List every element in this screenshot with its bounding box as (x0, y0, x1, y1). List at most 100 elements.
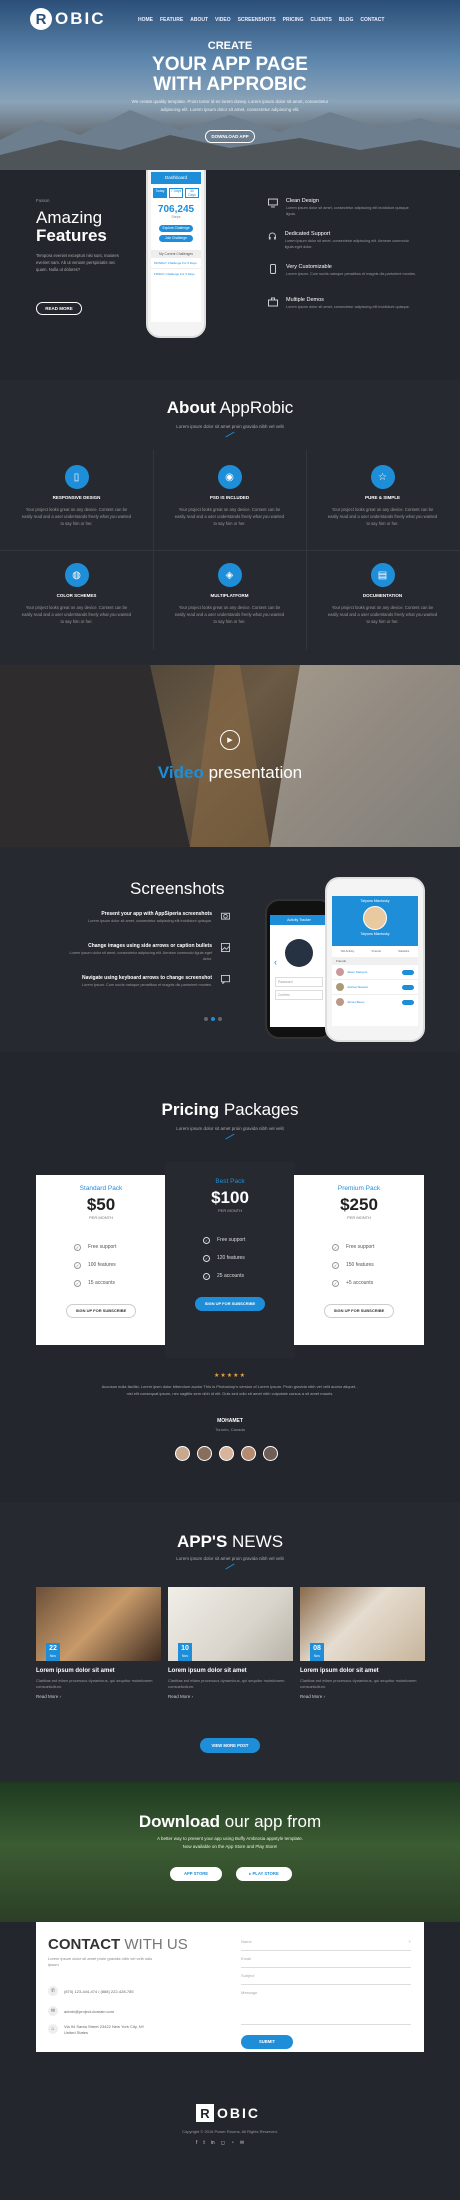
stat-statistics[interactable]: Statistics (398, 949, 409, 953)
nav-contact[interactable]: CONTACT (360, 17, 384, 23)
post-image[interactable]: 22 Nov (36, 1587, 161, 1661)
nav-clients[interactable]: CLIENTS (311, 17, 332, 23)
read-more-link[interactable]: Read More › (36, 1694, 161, 1699)
about-item-title: PSD IS INCLUDED (209, 495, 250, 500)
profile-name: Tatyana Miantosky (360, 932, 390, 936)
twitter-icon[interactable]: t (203, 2140, 204, 2146)
rss-icon[interactable]: ◔ (231, 2140, 234, 2146)
stat-activity[interactable]: Tell Activity (341, 949, 355, 953)
dial-pad[interactable] (285, 939, 313, 967)
view-more-posts-button[interactable]: VIEW MORE POST (200, 1738, 260, 1753)
download-title-light: our app from (224, 1812, 322, 1831)
plan-feature: ✓ 15 accounts (74, 1274, 166, 1292)
footer-logo-text: OBIC (217, 2105, 260, 2121)
testimonial-location: Toronto, Canada (215, 1427, 245, 1432)
read-more-label: Read More (36, 1694, 59, 1699)
nav-about[interactable]: ABOUT (190, 17, 208, 23)
linkedin-icon[interactable]: in (211, 2140, 215, 2146)
confirm-field[interactable]: Confirm (275, 990, 323, 1000)
message-field[interactable]: Message (241, 1985, 411, 2025)
news-post: 10 Nov Lorem ipsum dolor sit amet Claritt… (168, 1587, 293, 1707)
plan-period: PER MONTH (89, 1215, 113, 1220)
nav-blog[interactable]: BLOG (339, 17, 353, 23)
slider-dot[interactable] (204, 1017, 208, 1021)
location-icon: ⌂ (48, 2024, 58, 2034)
logo[interactable]: R OBIC (30, 8, 106, 30)
submit-button[interactable]: SUBMIT (241, 2035, 293, 2049)
tab-30-days[interactable]: 30 Days (185, 188, 199, 198)
subscribe-button[interactable]: SIGN UP FOR SUBSCRIBE (195, 1297, 265, 1311)
app-store-button[interactable]: APP STORE (170, 1867, 222, 1881)
plan-name: Standard Pack (79, 1185, 123, 1192)
download-title: Download our app from (0, 1812, 460, 1832)
read-more-button[interactable]: READ MORE (36, 302, 82, 315)
plan-feature-text: 15 accounts (88, 1280, 115, 1286)
avatar[interactable] (263, 1446, 278, 1461)
contact-phone: ✆ (870) 123-444-474 / (888) 222-428-785 (48, 1986, 134, 1996)
post-image[interactable]: 08 Nov (300, 1587, 425, 1661)
nav-video[interactable]: VIDEO (215, 17, 231, 23)
video-title-bold: Video (157, 763, 204, 782)
post-image[interactable]: 10 Nov (168, 1587, 293, 1661)
avatar[interactable] (175, 1446, 190, 1461)
plan-period: PER MONTH (218, 1208, 242, 1213)
client-avatars (175, 1446, 278, 1461)
screenshot-feature: Navigate using keyboard arrows to change… (60, 975, 230, 1007)
footer-logo[interactable]: R OBIC (196, 2104, 260, 2122)
explore-challenge-button[interactable]: Explore Challenge (159, 225, 193, 232)
download-app-button[interactable]: DOWNLOAD APP (205, 130, 255, 143)
subject-field[interactable]: Subject (241, 1968, 411, 1985)
news-title-bold: APP'S (176, 1532, 228, 1551)
plan-feature-text: Free support (88, 1244, 117, 1250)
post-month: Nov (49, 1654, 57, 1658)
tab-today[interactable]: Today (153, 188, 167, 198)
slider-dot[interactable] (218, 1017, 222, 1021)
news-post: 22 Nov Lorem ipsum dolor sit amet Claritt… (36, 1587, 161, 1707)
post-desc: Clarittas est etiam processus dynamicus,… (168, 1678, 285, 1689)
chevron-left-icon[interactable]: ‹ (274, 957, 277, 967)
main-nav: HOME FEATURE ABOUT VIDEO SCREENSHOTS PRI… (138, 17, 384, 23)
email-icon[interactable]: ✉ (240, 2140, 244, 2146)
avatar[interactable] (241, 1446, 256, 1461)
subscribe-button[interactable]: SIGN UP FOR SUBSCRIBE (324, 1304, 394, 1318)
avatar (336, 983, 344, 991)
nav-feature[interactable]: FEATURE (160, 17, 183, 23)
avatar[interactable] (197, 1446, 212, 1461)
feature-item: Clean Design Lorem ipsum dolor sit amet, … (268, 198, 418, 231)
play-store-button[interactable]: ▸ PLAY STORE (236, 1867, 292, 1881)
read-more-link[interactable]: Read More › (300, 1694, 425, 1699)
contact-email-text[interactable]: admin@project-domain.com (64, 2009, 114, 2014)
features-title-2: Features (36, 226, 107, 245)
facebook-icon[interactable]: f (196, 2140, 197, 2146)
nav-screenshots[interactable]: SCREENSHOTS (238, 17, 276, 23)
challenge-item-1[interactable]: MONDAY Challenge For 5 Days (151, 258, 201, 269)
about-item: ▯ RESPONSIVE DESIGN Your project looks gre… (0, 465, 153, 565)
nav-home[interactable]: HOME (138, 17, 153, 23)
read-more-link[interactable]: Read More › (168, 1694, 293, 1699)
slider-dot[interactable] (211, 1017, 215, 1021)
news-title-light: NEWS (232, 1532, 284, 1551)
follow-button[interactable] (402, 999, 414, 1005)
post-title[interactable]: Lorem ipsum dolor sit amet (36, 1668, 161, 1674)
name-field[interactable]: Name ≡ (241, 1934, 411, 1951)
join-challenge-button[interactable]: Join Challenge (159, 235, 193, 242)
about-item: ◉ PSD IS INCLUDED Your project looks great… (153, 465, 306, 565)
play-video-button[interactable]: ▶ (220, 730, 240, 750)
follow-button[interactable] (402, 969, 414, 975)
stat-friends[interactable]: Friends (372, 949, 381, 953)
post-title[interactable]: Lorem ipsum dolor sit amet (300, 1668, 425, 1674)
friend-row: Jason Sawyers (332, 965, 418, 980)
plan-feature: ✓ Free support (332, 1238, 424, 1256)
password-field[interactable]: Password (275, 977, 323, 987)
instagram-icon[interactable]: ◻ (221, 2140, 225, 2146)
challenge-item-2[interactable]: FRIDAY Challenge For 3 Days (151, 269, 201, 279)
email-field[interactable]: Email (241, 1951, 411, 1968)
about-item-desc: Your project looks great on any device. … (174, 605, 285, 624)
avatar[interactable] (219, 1446, 234, 1461)
post-title[interactable]: Lorem ipsum dolor sit amet (168, 1668, 293, 1674)
nav-pricing[interactable]: PRICING (283, 17, 304, 23)
post-desc: Clarittas est etiam processus dynamicus,… (300, 1678, 417, 1689)
tab-7-days[interactable]: 7 Days (169, 188, 183, 198)
subscribe-button[interactable]: SIGN UP FOR SUBSCRIBE (66, 1304, 136, 1318)
follow-button[interactable] (402, 984, 414, 990)
